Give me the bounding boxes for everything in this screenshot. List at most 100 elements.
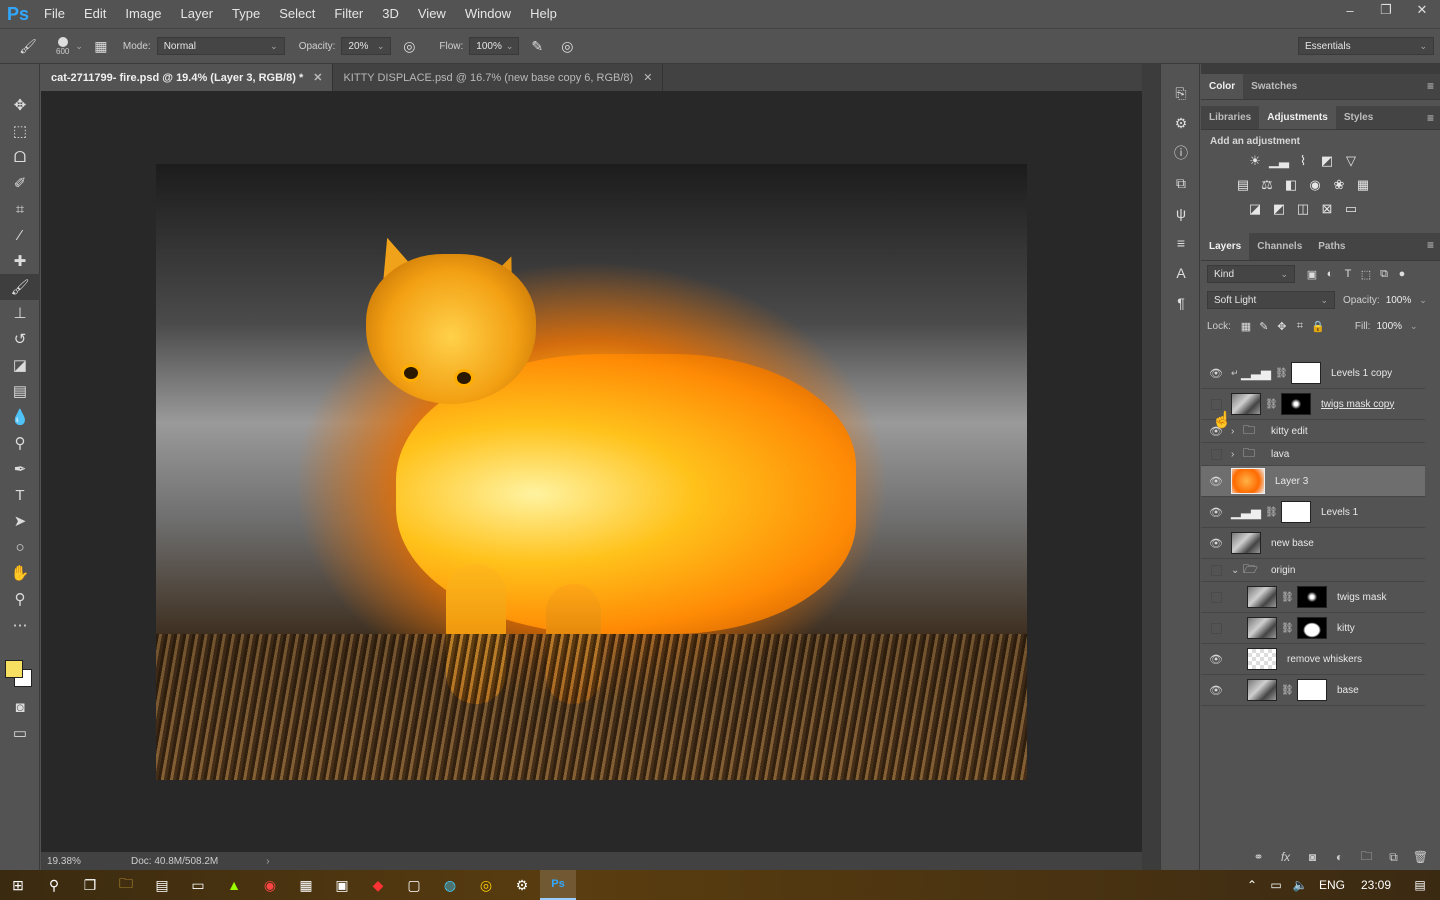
visibility-toggle[interactable]	[1201, 448, 1231, 460]
info-icon[interactable]: ⓘ	[1161, 138, 1201, 168]
new-group-icon[interactable]: 🗀	[1353, 847, 1380, 868]
airbrush-icon[interactable]: ✎	[525, 34, 549, 58]
tab-kitty-displace[interactable]: KITTY DISPLACE.psd @ 16.7% (new base cop…	[333, 64, 664, 91]
layer-row[interactable]: ⛓ twigs mask	[1201, 582, 1425, 613]
trash-icon[interactable]: 🗑	[1407, 850, 1434, 864]
tab-libraries[interactable]: Libraries	[1201, 106, 1259, 129]
brush-preset-picker[interactable]: 600	[56, 36, 69, 56]
lock-artboard-icon[interactable]: ⌗	[1291, 320, 1309, 333]
close-button[interactable]: ✕	[1404, 0, 1440, 20]
layer-row[interactable]: ⛓ twigs mask copy	[1201, 389, 1425, 420]
tab-adjustments[interactable]: Adjustments	[1259, 106, 1336, 129]
language-indicator[interactable]: ENG	[1312, 878, 1352, 892]
tab-cat-fire[interactable]: cat-2711799- fire.psd @ 19.4% (Layer 3, …	[41, 64, 334, 91]
color-balance-icon[interactable]: ⚖	[1257, 175, 1277, 195]
navigator-icon[interactable]: ⧉	[1161, 168, 1201, 198]
volume-icon[interactable]: 🔈	[1288, 878, 1312, 892]
chevron-right-icon[interactable]: ›	[1231, 449, 1243, 460]
channel-mixer-icon[interactable]: ❀	[1329, 175, 1349, 195]
move-tool-icon[interactable]: ✥	[0, 92, 40, 118]
new-adjustment-icon[interactable]: ◐	[1326, 850, 1353, 864]
threshold-icon[interactable]: ◫	[1293, 199, 1313, 219]
menu-select[interactable]: Select	[271, 0, 326, 28]
filter-adjustment-icon[interactable]: ◐	[1321, 268, 1339, 280]
chevron-right-icon[interactable]: ›	[1231, 426, 1243, 437]
layer-mask-thumb[interactable]	[1297, 586, 1327, 608]
properties-icon[interactable]: ⚙	[1161, 108, 1201, 138]
lock-position-icon[interactable]: ✥	[1273, 320, 1291, 333]
link-icon[interactable]: ⛓	[1265, 507, 1278, 518]
layer-opacity-value[interactable]: 100%	[1386, 295, 1412, 306]
menu-window[interactable]: Window	[457, 0, 522, 28]
tab-layers[interactable]: Layers	[1201, 233, 1250, 260]
blur-tool-icon[interactable]: 💧	[0, 404, 40, 430]
layer-row[interactable]: 👁 remove whiskers	[1201, 644, 1425, 675]
notepad-icon[interactable]: ▤	[144, 870, 180, 900]
brush-panel-icon[interactable]: ▦	[89, 34, 113, 58]
selective-color-icon[interactable]: ⊠	[1317, 199, 1337, 219]
menu-view[interactable]: View	[410, 0, 457, 28]
app-green-icon[interactable]: ▲	[216, 870, 252, 900]
tab-channels[interactable]: Channels	[1249, 233, 1310, 260]
gradient-tool-icon[interactable]: ▤	[0, 378, 40, 404]
add-mask-icon[interactable]: ◙	[1299, 850, 1326, 864]
visibility-toggle[interactable]	[1201, 622, 1231, 634]
pressure-size-icon[interactable]: ◎	[555, 34, 579, 58]
photoshop-taskbar-icon[interactable]: Ps	[540, 870, 576, 900]
clone-stamp-tool-icon[interactable]: ⊥	[0, 300, 40, 326]
opacity-field[interactable]: 20% ⌄	[341, 37, 392, 55]
menu-type[interactable]: Type	[224, 0, 271, 28]
eye-icon[interactable]: 👁	[1201, 475, 1231, 488]
brush-presets-icon[interactable]: ψ	[1161, 198, 1201, 228]
link-icon[interactable]: ⛓	[1281, 592, 1294, 603]
levels-icon[interactable]: ▁▃	[1269, 151, 1289, 171]
posterize-icon[interactable]: ◩	[1269, 199, 1289, 219]
layer-mask-thumb[interactable]	[1297, 679, 1327, 701]
app-white-icon[interactable]: ▣	[324, 870, 360, 900]
layer-group-row[interactable]: ⌄ 🗁 origin	[1201, 559, 1425, 582]
healing-brush-tool-icon[interactable]: ✚	[0, 248, 40, 274]
app-ball-icon[interactable]: ◍	[432, 870, 468, 900]
crop-tool-icon[interactable]: ⌗	[0, 196, 40, 222]
photos-icon[interactable]: ▦	[288, 870, 324, 900]
layer-row[interactable]: 👁 new base	[1201, 528, 1425, 559]
layer-group-row[interactable]: › 🗀 lava	[1201, 443, 1425, 466]
tab-styles[interactable]: Styles	[1336, 106, 1381, 129]
eyedropper-tool-icon[interactable]: ⁄	[0, 222, 40, 248]
eraser-tool-icon[interactable]: ◪	[0, 352, 40, 378]
visibility-toggle[interactable]	[1201, 591, 1231, 603]
exposure-icon[interactable]: ◩	[1317, 151, 1337, 171]
more-tools-icon[interactable]: ⋯	[0, 612, 40, 638]
eye-icon[interactable]: 👁	[1201, 684, 1231, 697]
gradient-map-icon[interactable]: ▭	[1341, 199, 1361, 219]
terminal-icon[interactable]: ▭	[180, 870, 216, 900]
pen-tool-icon[interactable]: ✒	[0, 456, 40, 482]
color-lookup-icon[interactable]: ▦	[1353, 175, 1373, 195]
dodge-tool-icon[interactable]: ⚲	[0, 430, 40, 456]
invert-icon[interactable]: ◪	[1245, 199, 1265, 219]
layer-mask-thumb[interactable]	[1297, 617, 1327, 639]
ellipse-tool-icon[interactable]: ○	[0, 534, 40, 560]
tab-paths[interactable]: Paths	[1310, 233, 1353, 260]
zoom-tool-icon[interactable]: ⚲	[0, 586, 40, 612]
character-icon[interactable]: A	[1161, 258, 1201, 288]
layer-row[interactable]: 👁 ▁▃▅ ⛓ Levels 1	[1201, 497, 1425, 528]
blend-mode-select[interactable]: Soft Light ⌄	[1207, 291, 1335, 309]
kind-filter[interactable]: Kind ⌄	[1207, 265, 1295, 283]
menu-layer[interactable]: Layer	[173, 0, 225, 28]
eye-icon[interactable]: 👁	[1201, 367, 1231, 380]
chrome-icon[interactable]: ◉	[252, 870, 288, 900]
chevron-down-icon[interactable]: ⌄	[1410, 321, 1418, 332]
app-red-icon[interactable]: ◆	[360, 870, 396, 900]
foreground-color-swatch[interactable]	[5, 660, 23, 678]
link-layers-icon[interactable]: ⚭	[1245, 850, 1272, 864]
menu-file[interactable]: File	[36, 0, 76, 28]
menu-filter[interactable]: Filter	[326, 0, 374, 28]
brush-icon[interactable]: 🖌	[16, 34, 40, 58]
task-view-icon[interactable]: ❐	[72, 870, 108, 900]
marquee-tool-icon[interactable]: ⬚	[0, 118, 40, 144]
type-tool-icon[interactable]: T	[0, 482, 40, 508]
filter-shape-icon[interactable]: ⬚	[1357, 268, 1375, 281]
visibility-toggle[interactable]	[1201, 564, 1231, 576]
clock[interactable]: 23:09	[1352, 878, 1400, 892]
